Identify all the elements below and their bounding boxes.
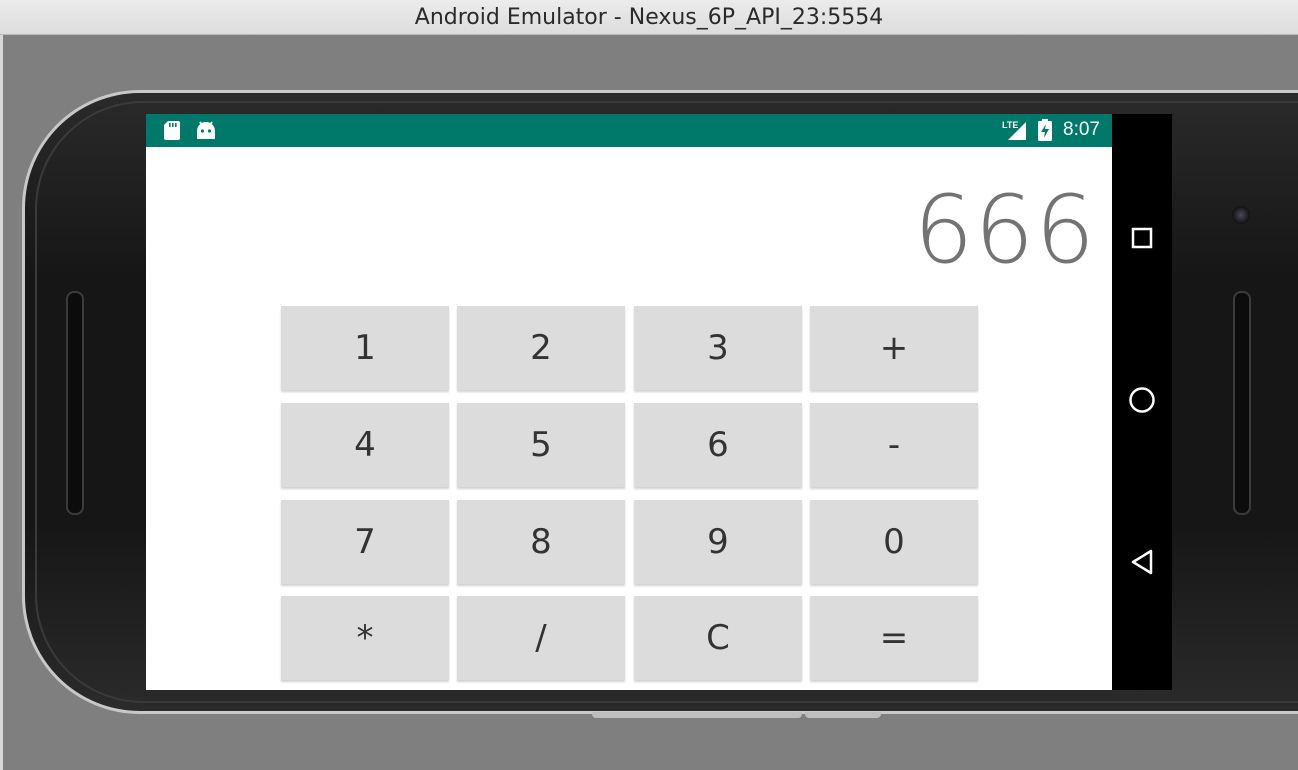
home-button[interactable]: [1112, 372, 1172, 432]
background-window-edge: [0, 35, 3, 770]
overview-button[interactable]: [1112, 210, 1172, 270]
key-3[interactable]: 3: [634, 306, 802, 390]
back-button[interactable]: [1112, 534, 1172, 594]
key-6[interactable]: 6: [634, 403, 802, 487]
key-multiply[interactable]: *: [281, 596, 449, 680]
overview-icon: [1131, 227, 1153, 254]
lte-label: LTE: [1002, 120, 1018, 130]
back-icon: [1130, 549, 1154, 580]
key-0[interactable]: 0: [810, 500, 978, 584]
lte-signal-icon: LTE: [1002, 119, 1028, 146]
key-5[interactable]: 5: [457, 403, 625, 487]
key-4[interactable]: 4: [281, 403, 449, 487]
key-plus[interactable]: +: [810, 306, 978, 390]
device-power-button: [805, 712, 881, 718]
window-title: Android Emulator - Nexus_6P_API_23:5554: [414, 4, 884, 30]
sd-card-icon: [164, 121, 180, 145]
device-screen: LTE 8:07 666 1 2 3 + 4 5 6 - 7 8 9 0 * /…: [146, 114, 1112, 690]
key-8[interactable]: 8: [457, 500, 625, 584]
home-icon: [1128, 386, 1156, 419]
front-camera: [1232, 206, 1250, 224]
navigation-bar: [1112, 114, 1172, 690]
key-9[interactable]: 9: [634, 500, 802, 584]
key-1[interactable]: 1: [281, 306, 449, 390]
status-bar: LTE 8:07: [146, 114, 1112, 147]
calculator-display: 666: [913, 176, 1096, 285]
key-2[interactable]: 2: [457, 306, 625, 390]
key-7[interactable]: 7: [281, 500, 449, 584]
battery-charging-icon: [1038, 119, 1052, 146]
window-titlebar: Android Emulator - Nexus_6P_API_23:5554: [0, 0, 1298, 35]
key-equals[interactable]: =: [810, 596, 978, 680]
key-minus[interactable]: -: [810, 403, 978, 487]
left-speaker: [66, 291, 84, 515]
key-divide[interactable]: /: [457, 596, 625, 680]
status-clock: 8:07: [1063, 119, 1100, 140]
right-speaker: [1233, 291, 1251, 515]
key-clear[interactable]: C: [634, 596, 802, 680]
android-icon: [196, 121, 216, 145]
device-volume-button: [592, 712, 802, 718]
